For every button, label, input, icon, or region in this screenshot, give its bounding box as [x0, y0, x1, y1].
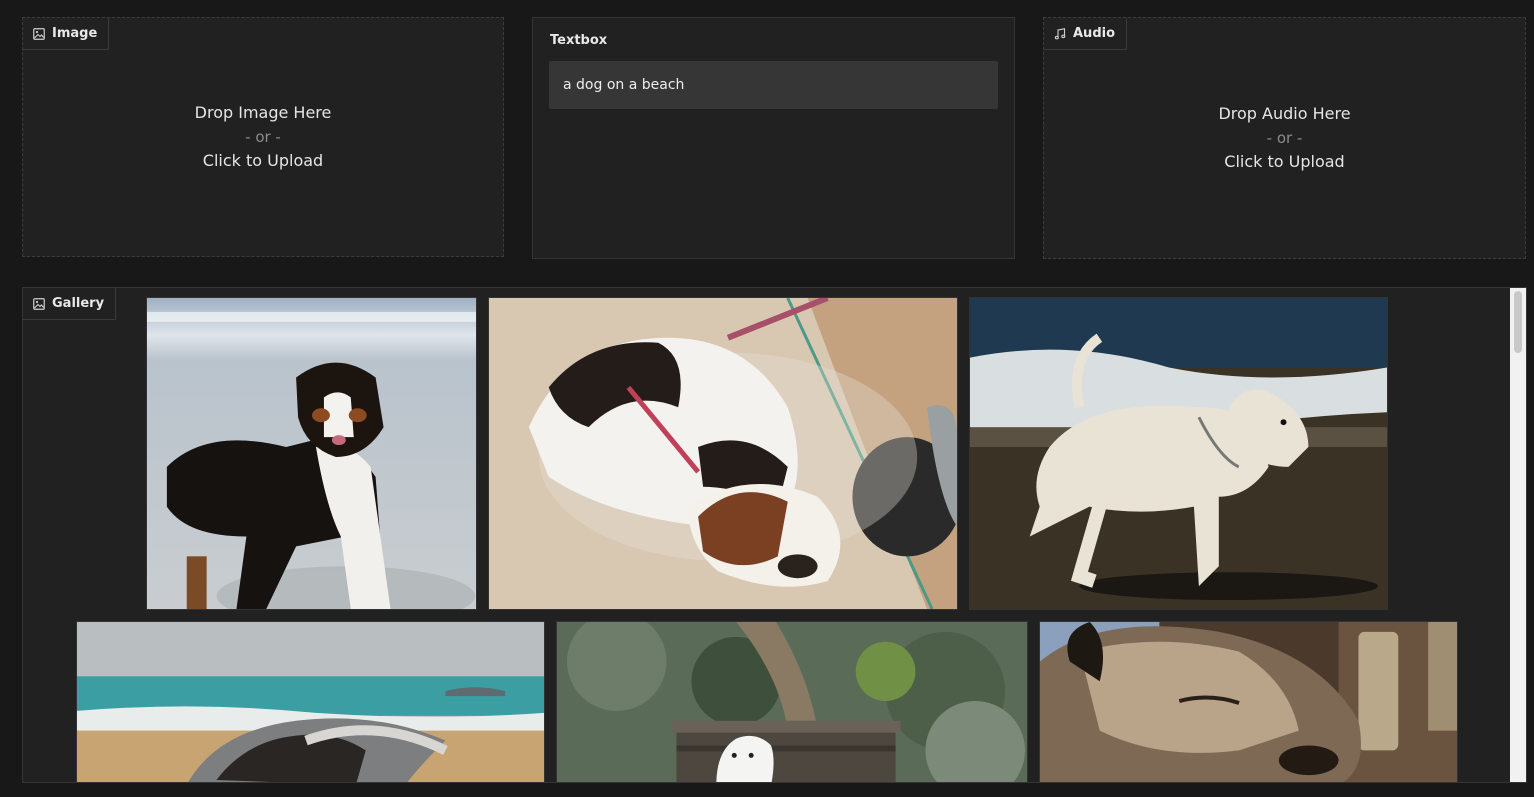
textbox-label: Textbox: [550, 33, 608, 48]
gallery-image-white-dog-running[interactable]: [969, 297, 1388, 610]
audio-upload-panel: Audio Drop Audio Here - or - Click to Up…: [1043, 17, 1526, 259]
textbox-input[interactable]: [549, 61, 998, 109]
gallery-image-beagle-sleeping[interactable]: [488, 297, 958, 610]
gallery-image-terrier-closeup[interactable]: [1039, 621, 1458, 782]
gallery-label-tab: Gallery: [23, 288, 117, 320]
gallery-panel: Gallery: [22, 287, 1527, 783]
image-drop-text: Drop Image Here: [194, 103, 332, 122]
audio-upload-text: Click to Upload: [1224, 152, 1345, 171]
audio-drop-zone[interactable]: Drop Audio Here - or - Click to Upload: [1044, 18, 1525, 258]
image-or-text: - or -: [245, 128, 281, 146]
audio-drop-text: Drop Audio Here: [1218, 104, 1351, 123]
textbox-panel: Textbox: [532, 17, 1015, 259]
image-upload-text: Click to Upload: [202, 151, 324, 170]
gallery-scrollbar-thumb[interactable]: [1514, 291, 1522, 353]
image-icon: [33, 297, 45, 310]
gallery-image-australian-shepherd[interactable]: [146, 297, 477, 610]
gallery-scrollbar[interactable]: [1510, 288, 1526, 782]
audio-or-text: - or -: [1266, 129, 1303, 147]
gallery-label: Gallery: [52, 296, 105, 311]
gallery-image-westie-on-bench[interactable]: [556, 621, 1028, 782]
gallery-image-fluffy-dog-seashore[interactable]: [76, 621, 545, 782]
image-drop-zone[interactable]: Drop Image Here - or - Click to Upload: [23, 18, 503, 256]
image-upload-panel: Image Drop Image Here - or - Click to Up…: [22, 17, 504, 257]
